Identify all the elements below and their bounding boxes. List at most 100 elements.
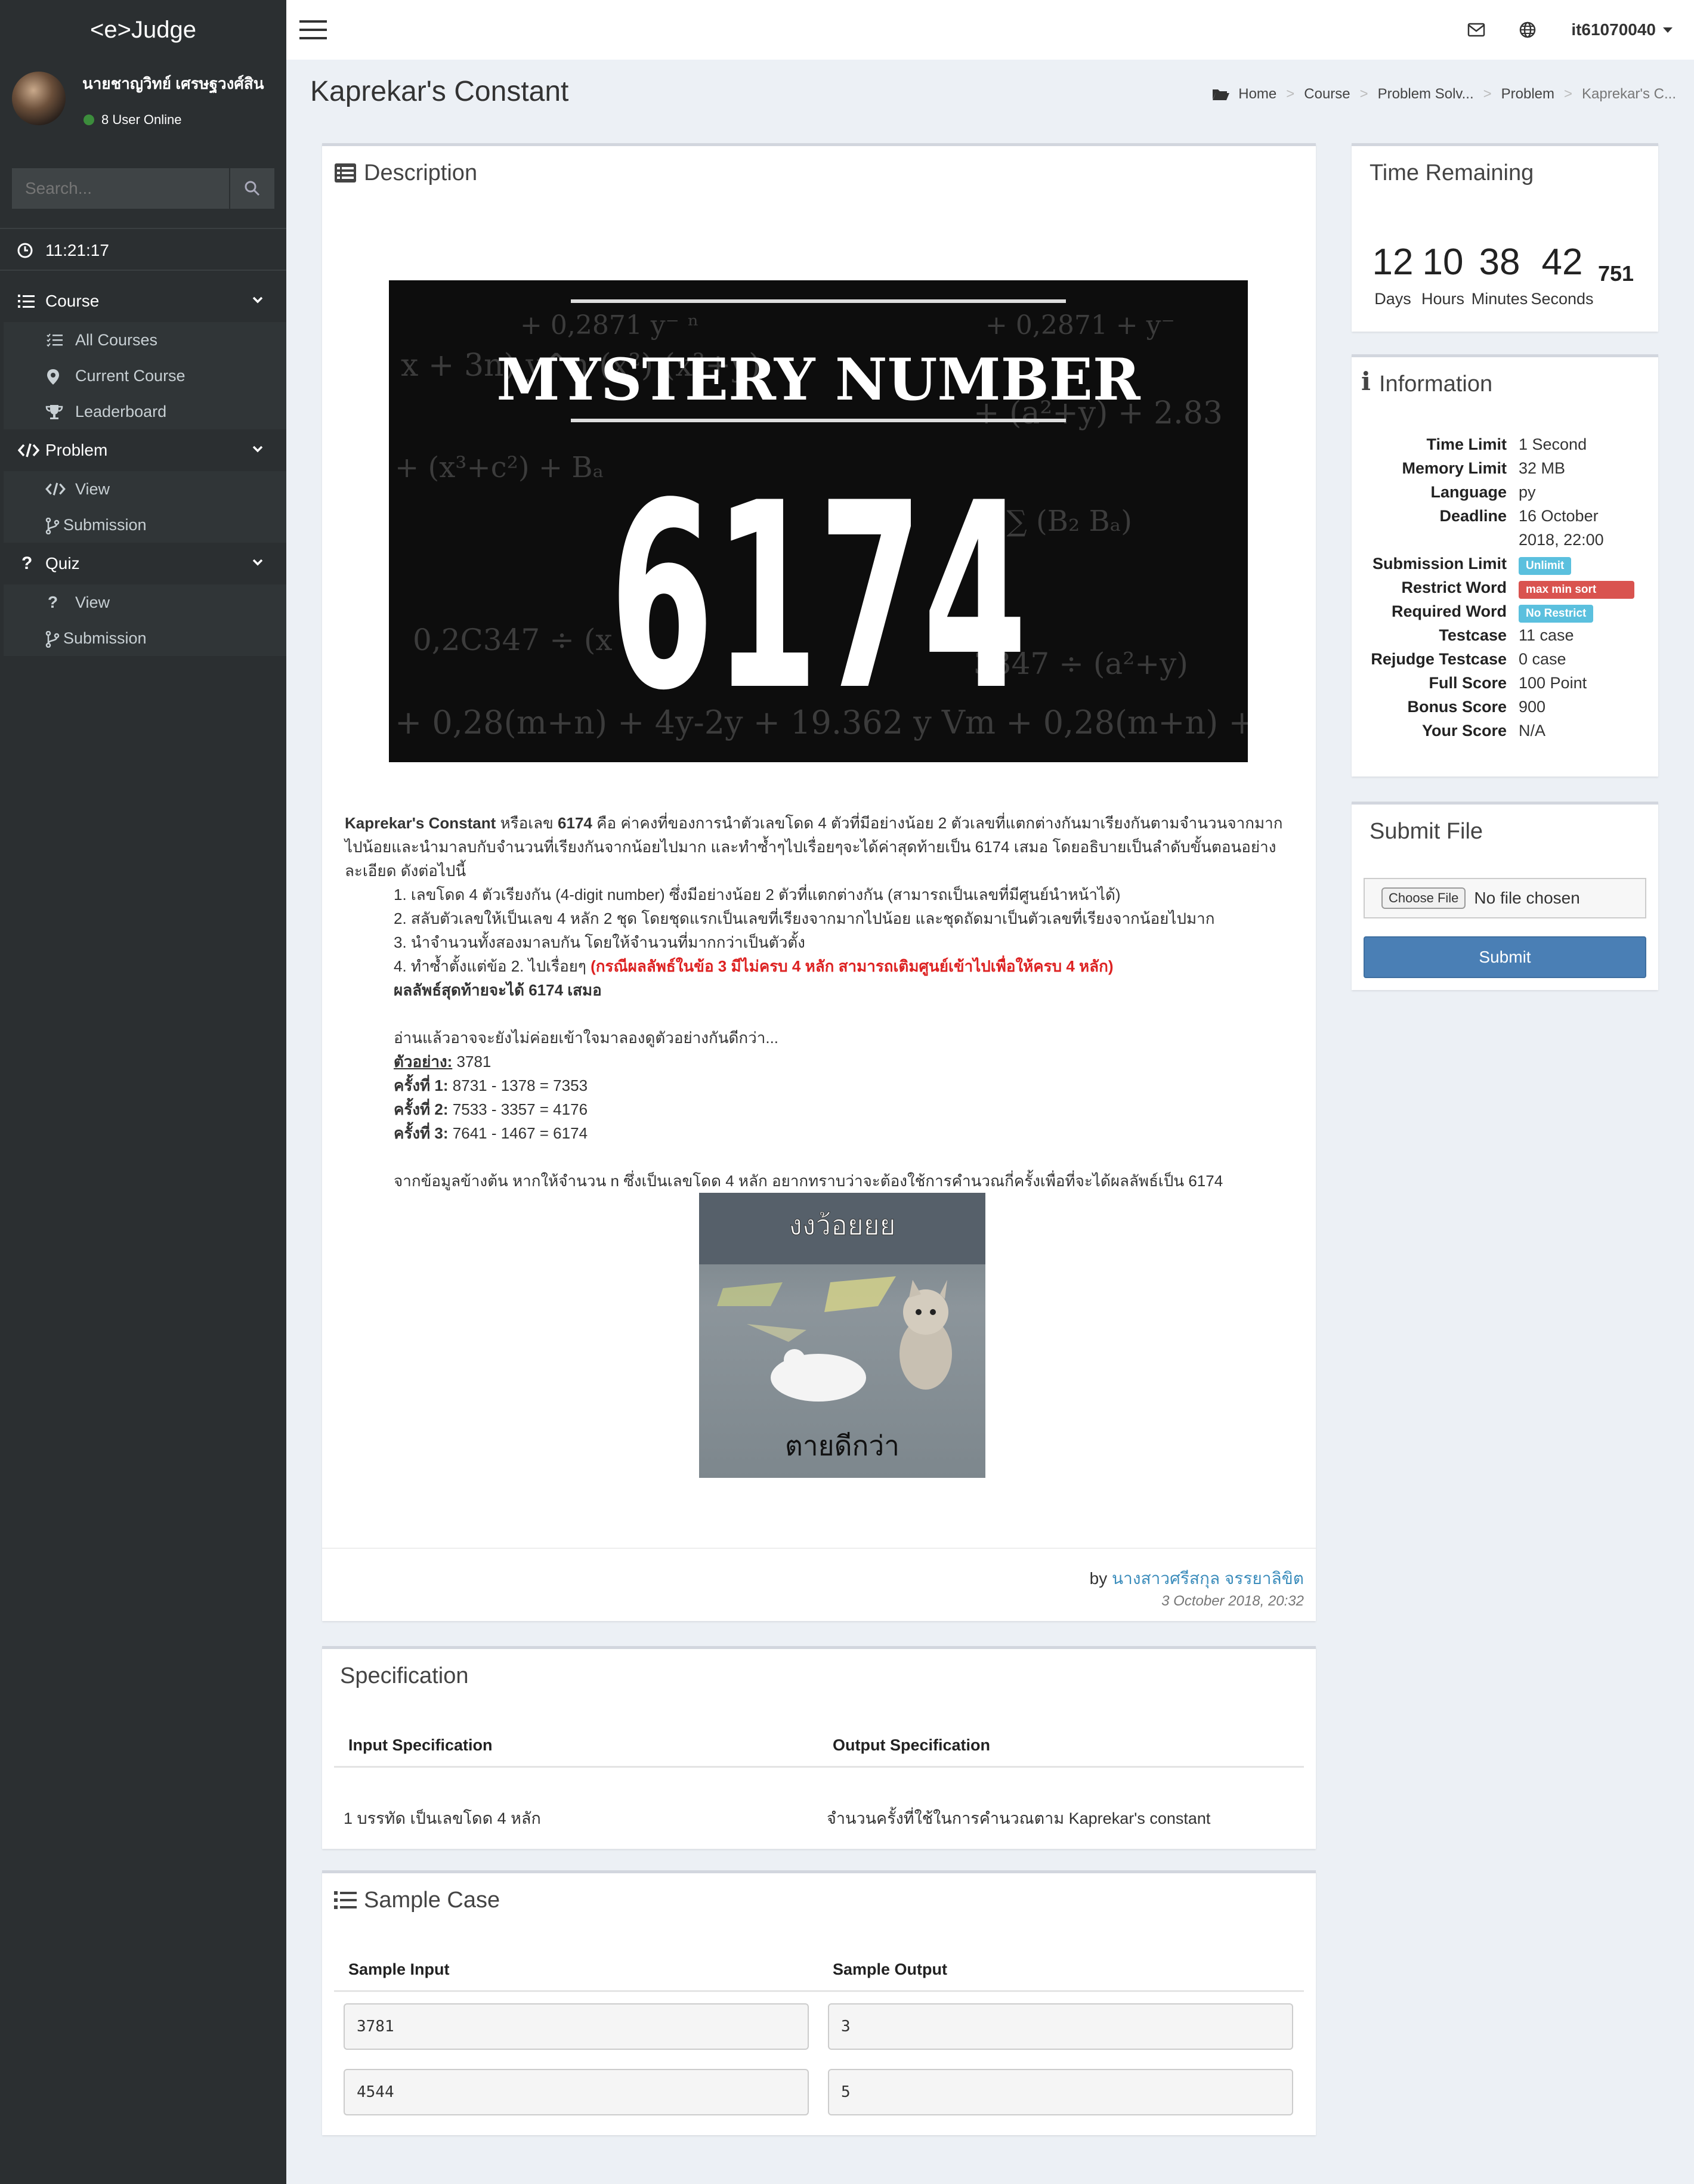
author-link[interactable]: นางสาวศรีสกุล จรรยาลิขิต	[1112, 1569, 1304, 1588]
info-testcase: Testcase 11 case	[1439, 626, 1574, 644]
menu-all-courses[interactable]: All Courses	[4, 322, 286, 358]
meme-bottom-text: ตายดีกว่า	[785, 1430, 899, 1462]
badge-unlimit: Unlimit	[1519, 557, 1572, 575]
svg-text:+ 0,2871 + y⁻: + 0,2871 + y⁻	[985, 310, 1175, 341]
hamburger-menu-icon[interactable]	[299, 19, 327, 41]
sample-input-1[interactable]: 3781	[344, 2003, 809, 2050]
step-3: 3. นำจำนวนทั้งสองมาลบกัน โดยให้จำนวนที่ม…	[394, 933, 805, 951]
clock: 11:21:17	[0, 228, 286, 271]
sample-case-title: Sample Case	[364, 1888, 500, 1913]
page-title: Kaprekar's Constant	[310, 76, 569, 107]
search-button[interactable]	[229, 168, 274, 209]
folder-open-icon	[1213, 89, 1230, 100]
example-line: ตัวอย่าง: 3781	[394, 1053, 491, 1071]
code-icon	[18, 443, 39, 457]
input-spec-header: Input Specification	[348, 1736, 493, 1754]
caret-down-icon	[1663, 27, 1673, 33]
file-input[interactable]: Choose File No file chosen	[1364, 878, 1646, 918]
list-ol-icon	[334, 1891, 357, 1909]
input-spec-value: 1 บรรทัด เป็นเลขโดด 4 หลัก	[344, 1809, 541, 1827]
menu-group-course: Course All Courses Current Course Leader…	[0, 280, 286, 429]
result-line: ผลลัพธ์สุดท้ายจะได้ 6174 เสมอ	[394, 981, 602, 999]
globe-icon	[1520, 21, 1536, 38]
countdown-minutes: 38 Minutes	[1471, 242, 1528, 308]
countdown-seconds: 42 Seconds	[1531, 242, 1594, 308]
svg-text:0,2C347 ÷ (x: 0,2C347 ÷ (x	[413, 623, 613, 657]
language-button[interactable]	[1502, 0, 1553, 60]
sidebar-menu: Course All Courses Current Course Leader…	[0, 280, 286, 656]
sample-input-header: Sample Input	[348, 1960, 450, 1978]
countdown: 12 Days 10 Hours 38 Minutes 42 Seconds 751	[1370, 241, 1637, 308]
menu-problem-submission[interactable]: Submission	[4, 507, 286, 543]
question-line: จากข้อมูลข้างต้น หากให้จำนวน n ซึ่งเป็นเ…	[394, 1172, 1223, 1190]
info-full-score: Full Score 100 Point	[1429, 674, 1587, 692]
round-3: ครั้งที่ 3: 7641 - 1467 = 6174	[394, 1124, 588, 1142]
cat-meme-illustration: งงว้อยยย ตายดีกว่า	[699, 1193, 985, 1462]
menu-problem-view[interactable]: View	[4, 471, 286, 507]
round-2: ครั้งที่ 2: 7533 - 3357 = 4176	[394, 1100, 588, 1118]
breadcrumb-course[interactable]: Course	[1304, 86, 1350, 103]
question-icon: ?	[21, 553, 33, 573]
menu-quiz[interactable]: ? Quiz	[4, 543, 286, 584]
code-branch-icon	[45, 631, 60, 648]
menu-leaderboard[interactable]: Leaderboard	[4, 394, 286, 429]
online-dot-icon	[84, 115, 94, 125]
step-2: 2. สลับตัวเลขให้เป็นเลข 4 หลัก 2 ชุด โดย…	[394, 910, 1215, 927]
submit-file-title: Submit File	[1370, 819, 1483, 844]
messages-button[interactable]	[1451, 0, 1502, 60]
menu-course[interactable]: Course	[4, 280, 286, 322]
submenu-quiz: ? View Submission	[4, 584, 286, 656]
submit-button[interactable]: Submit	[1364, 936, 1646, 978]
svg-text:+ 0,2871 y⁻ ⁿ: + 0,2871 y⁻ ⁿ	[520, 310, 699, 341]
user-menu-dropdown[interactable]: it61070040	[1553, 20, 1694, 39]
sample-output-1[interactable]: 3	[828, 2003, 1293, 2050]
menu-quiz-view[interactable]: ? View	[4, 584, 286, 620]
description-body: Kaprekar's Constant หรือเลข 6174 คือ ค่า…	[345, 811, 1299, 1193]
cat-meme-image: งงว้อยยย ตายดีกว่า	[699, 1193, 985, 1478]
information-box: i Information Time Limit 1 Second Memory …	[1352, 354, 1658, 777]
search-input[interactable]	[12, 168, 229, 209]
top-navbar: it61070040	[286, 0, 1694, 60]
choose-file-button[interactable]: Choose File	[1381, 887, 1466, 909]
user-panel: นายชาญวิทย์ เศรษฐวงศ์สิน 8 User Online	[0, 60, 286, 143]
countdown-ms: 751	[1597, 261, 1634, 286]
info-deadline: Deadline 16 October 2018, 22:00	[1439, 507, 1604, 549]
list-check-icon	[47, 333, 63, 347]
svg-text:+ (x³+c²) + Bₐ: + (x³+c²) + Bₐ	[395, 451, 604, 484]
description-title: Description	[364, 160, 478, 185]
menu-group-problem: Problem View Submission	[0, 429, 286, 543]
map-marker-icon	[47, 369, 59, 385]
trophy-icon	[45, 405, 63, 419]
specification-title: Specification	[340, 1663, 469, 1688]
navbar-right: it61070040	[1451, 0, 1694, 60]
post-date: 3 October 2018, 20:32	[1161, 1593, 1304, 1609]
breadcrumb-home[interactable]: Home	[1238, 86, 1276, 103]
app-logo[interactable]: <e>Judge	[0, 0, 286, 60]
file-status: No file chosen	[1474, 889, 1580, 907]
time-remaining-title: Time Remaining	[1370, 160, 1534, 185]
breadcrumb-problem-solving[interactable]: Problem Solv...	[1378, 86, 1474, 103]
menu-current-course[interactable]: Current Course	[4, 358, 286, 394]
step-1: 1. เลขโดด 4 ตัวเรียงกัน (4-digit number)…	[394, 886, 1121, 904]
output-spec-header: Output Specification	[833, 1736, 991, 1754]
list-icon	[18, 295, 35, 308]
menu-problem[interactable]: Problem	[4, 429, 286, 471]
info-bonus-score: Bonus Score 900	[1407, 698, 1546, 716]
sample-input-2[interactable]: 4544	[344, 2069, 809, 2115]
breadcrumb-problem[interactable]: Problem	[1501, 86, 1554, 103]
info-your-score: Your Score N/A	[1421, 722, 1546, 740]
chalkboard-formulas: x + 3n) y^n (x²) (x²+y) + (a²+y) + 2.83 …	[395, 299, 1248, 747]
sidebar: <e>Judge นายชาญวิทย์ เศรษฐวงศ์สิน 8 User…	[0, 0, 286, 2184]
sample-output-2[interactable]: 5	[828, 2069, 1293, 2115]
menu-quiz-submission[interactable]: Submission	[4, 620, 286, 656]
sample-case-box: Sample Case Sample Input Sample Output 3…	[322, 1870, 1316, 2135]
mystery-number-image: x + 3n) y^n (x²) (x²+y) + (a²+y) + 2.83 …	[389, 280, 1248, 762]
countdown-days: 12 Days	[1372, 242, 1414, 308]
chevron-down-icon	[252, 446, 263, 453]
online-status: 8 User Online	[84, 112, 182, 128]
specification-box: Specification Input Specification Output…	[322, 1646, 1316, 1849]
information-title: Information	[1379, 372, 1493, 397]
countdown-hours: 10 Hours	[1421, 242, 1465, 308]
menu-group-quiz: ? Quiz ? View Submission	[0, 543, 286, 656]
info-memory-limit: Memory Limit 32 MB	[1402, 459, 1566, 477]
